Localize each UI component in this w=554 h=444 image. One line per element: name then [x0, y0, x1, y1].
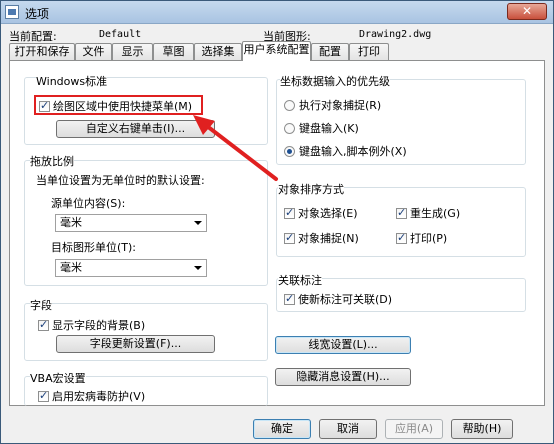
field-title: 字段: [30, 297, 52, 313]
drag-scale-title: 拖放比例: [30, 153, 74, 169]
tab-profiles[interactable]: 配置: [311, 43, 349, 60]
tab-plot[interactable]: 打印: [349, 43, 389, 60]
tab-selection[interactable]: 选择集: [194, 43, 242, 60]
title-bar[interactable]: 选项 ✕: [1, 1, 553, 24]
object-sorting-group: [276, 187, 526, 257]
checkbox-icon: [38, 389, 49, 402]
target-units-label: 目标图形单位(T):: [51, 241, 137, 254]
apply-button[interactable]: 应用(A): [385, 419, 443, 439]
lineweight-settings-button[interactable]: 线宽设置(L)...: [275, 336, 411, 354]
source-units-value: 毫米: [60, 216, 82, 229]
associative-dimension-title: 关联标注: [278, 272, 322, 288]
radio-object-snap[interactable]: 执行对象捕捉(R): [284, 97, 381, 113]
custom-right-click-button[interactable]: 自定义右键单击(I)...: [56, 120, 215, 138]
window-title: 选项: [25, 7, 50, 21]
coordinate-priority-title: 坐标数据输入的优先级: [280, 73, 390, 89]
checkbox-icon: [39, 99, 50, 112]
source-units-label: 源单位内容(S):: [51, 197, 126, 210]
windows-standard-title: Windows标准: [36, 73, 108, 89]
radio-keyboard-except-scripts-label: 键盘输入,脚本例外(X): [299, 145, 407, 158]
chevron-down-icon: [194, 266, 202, 270]
shortcut-menu-label: 绘图区域中使用快捷菜单(M): [53, 100, 193, 113]
chevron-down-icon: [194, 221, 202, 225]
radio-keyboard-entry[interactable]: 键盘输入(K): [284, 120, 359, 136]
macro-virus-protection-checkbox[interactable]: 启用宏病毒防护(V): [38, 388, 145, 404]
current-config-label: 当前配置:: [9, 30, 57, 43]
sort-object-selection-label: 对象选择(E): [298, 207, 358, 220]
show-field-background-label: 显示字段的背景(B): [52, 319, 146, 332]
show-field-background-checkbox[interactable]: 显示字段的背景(B): [38, 317, 145, 333]
field-update-settings-button[interactable]: 字段更新设置(F)...: [56, 335, 215, 353]
radio-icon: [284, 122, 295, 134]
ok-button[interactable]: 确定: [253, 419, 311, 439]
app-icon: [5, 5, 19, 19]
current-config-value: Default: [99, 29, 142, 40]
sort-object-selection-checkbox[interactable]: 对象选择(E): [284, 205, 358, 221]
tab-drafting[interactable]: 草图: [153, 43, 194, 60]
checkbox-icon: [396, 206, 407, 219]
tab-user-preferences[interactable]: 用户系统配置: [242, 41, 311, 61]
tab-files[interactable]: 文件: [75, 43, 112, 60]
sort-plot-checkbox[interactable]: 打印(P): [396, 230, 447, 246]
radio-keyboard-entry-label: 键盘输入(K): [299, 122, 359, 135]
vba-title: VBA宏设置: [30, 370, 86, 386]
macro-virus-protection-label: 启用宏病毒防护(V): [52, 390, 146, 403]
scale-description: 当单位设置为无单位时的默认设置:: [36, 174, 205, 187]
sort-object-snap-checkbox[interactable]: 对象捕捉(N): [284, 230, 359, 246]
checkbox-icon: [284, 206, 295, 219]
sort-regen-checkbox[interactable]: 重生成(G): [396, 205, 460, 221]
object-sorting-title: 对象排序方式: [278, 181, 344, 197]
radio-selected-icon: [284, 145, 295, 157]
sort-plot-label: 打印(P): [410, 232, 448, 245]
source-units-select[interactable]: 毫米: [55, 214, 207, 232]
checkbox-icon: [38, 318, 49, 331]
sort-regen-label: 重生成(G): [410, 207, 461, 220]
checkbox-icon: [396, 231, 407, 244]
checkbox-icon: [284, 292, 295, 305]
new-associative-dimension-label: 使新标注可关联(D): [298, 293, 393, 306]
cancel-button[interactable]: 取消: [319, 419, 377, 439]
checkbox-icon: [284, 231, 295, 244]
sort-object-snap-label: 对象捕捉(N): [298, 232, 359, 245]
radio-object-snap-label: 执行对象捕捉(R): [299, 99, 382, 112]
new-associative-dimension-checkbox[interactable]: 使新标注可关联(D): [284, 291, 392, 307]
radio-icon: [284, 99, 295, 111]
user-preferences-panel: Windows标准 绘图区域中使用快捷菜单(M) 自定义右键单击(I)... 拖…: [9, 60, 545, 406]
current-drawing-value: Drawing2.dwg: [359, 29, 432, 40]
radio-keyboard-except-scripts[interactable]: 键盘输入,脚本例外(X): [284, 143, 407, 159]
hidden-message-settings-button[interactable]: 隐藏消息设置(H)...: [275, 368, 411, 386]
options-dialog: 选项 ✕ 当前配置: Default 当前图形: Drawing2.dwg 打开…: [0, 0, 554, 444]
help-button[interactable]: 帮助(H): [451, 419, 513, 439]
tab-open-save[interactable]: 打开和保存: [9, 43, 75, 60]
close-button[interactable]: ✕: [507, 3, 547, 20]
target-units-select[interactable]: 毫米: [55, 259, 207, 277]
shortcut-menu-checkbox[interactable]: 绘图区域中使用快捷菜单(M): [39, 98, 192, 114]
target-units-value: 毫米: [60, 261, 82, 274]
tab-display[interactable]: 显示: [112, 43, 153, 60]
